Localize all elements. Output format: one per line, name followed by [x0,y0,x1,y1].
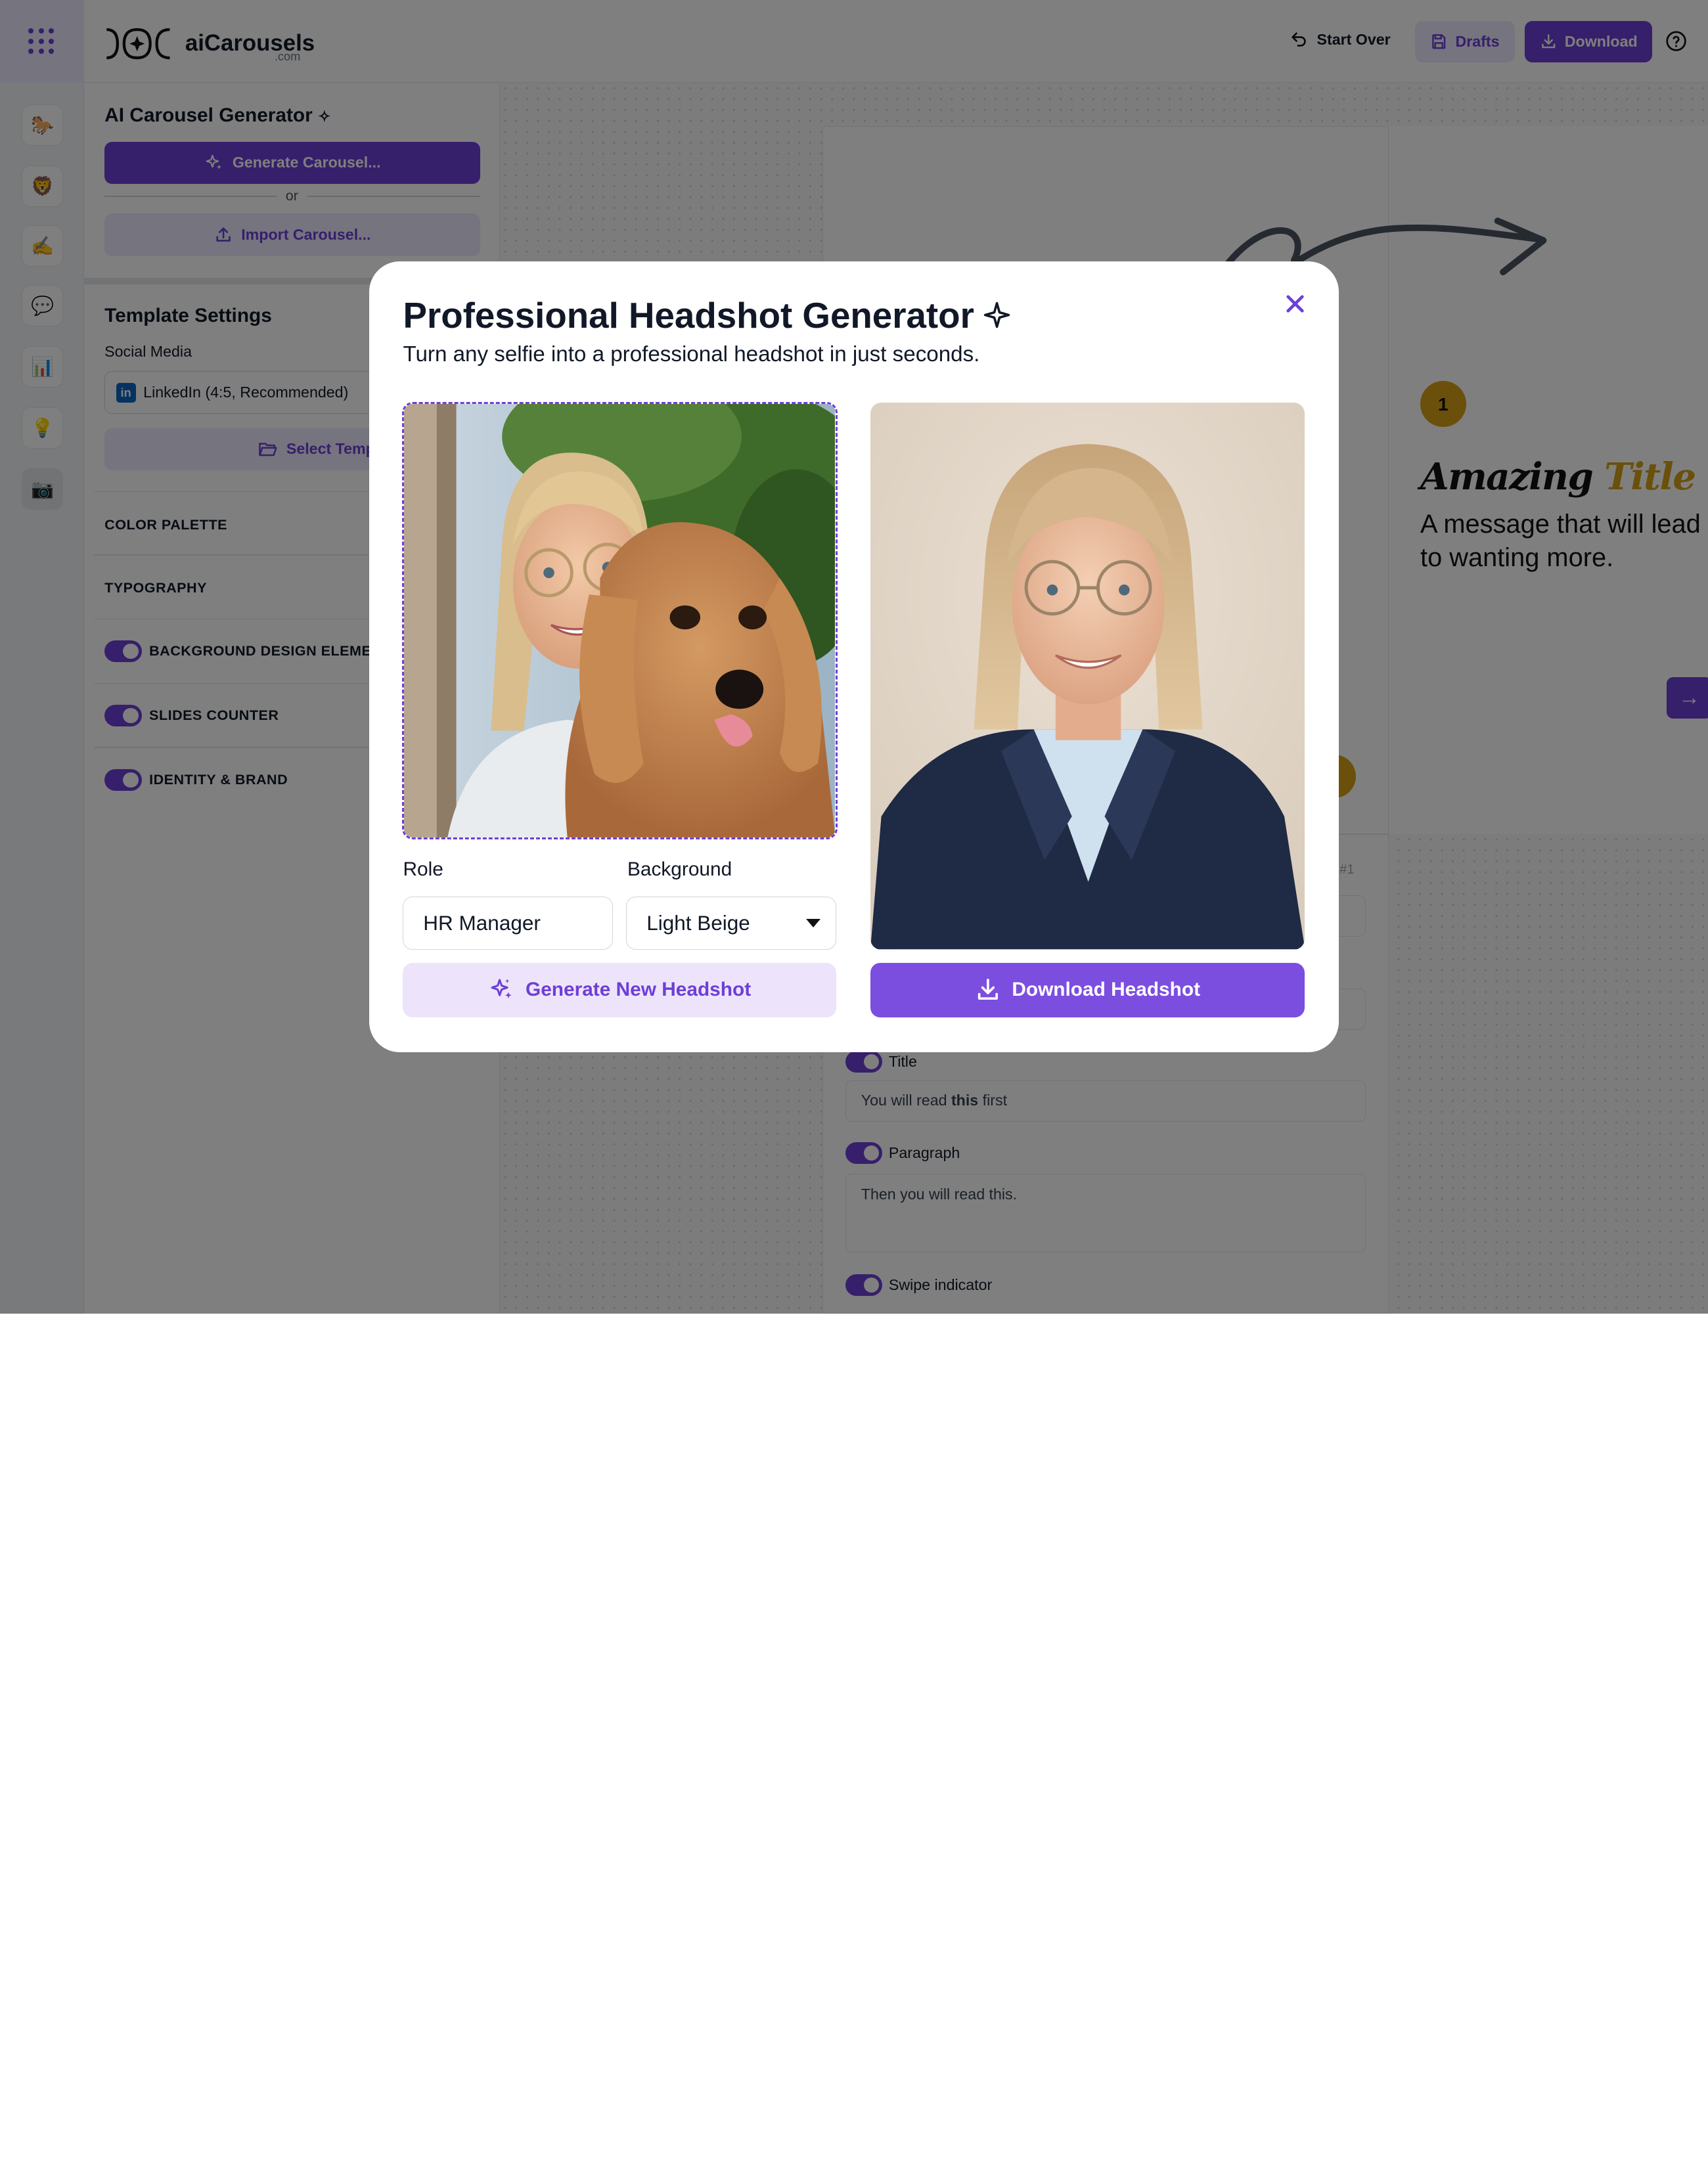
close-icon[interactable] [1281,290,1309,318]
caret-down-icon [806,918,821,927]
generated-headshot [870,403,1305,950]
download-headshot-label: Download Headshot [1012,979,1201,1001]
uploaded-selfie-dropzone[interactable] [401,401,838,840]
role-label: Role [403,858,443,880]
headshot-photo [870,403,1305,950]
background-select[interactable]: Light Beige [626,896,837,950]
download-icon [978,979,998,1000]
sparkles-icon [491,979,512,999]
modal-subtitle: Turn any selfie into a professional head… [403,342,980,367]
generate-headshot-button[interactable]: Generate New Headshot [403,962,837,1017]
background-label: Background [627,858,732,880]
generate-headshot-label: Generate New Headshot [526,979,752,1001]
background-value: Light Beige [646,910,750,935]
download-headshot-button[interactable]: Download Headshot [870,962,1305,1017]
role-input[interactable] [403,896,614,950]
modal-title-text: Professional Headshot Generator [403,294,974,336]
selfie-photo [403,403,836,837]
modal-title: Professional Headshot Generator [403,294,1011,336]
sparkle-icon [983,301,1010,328]
